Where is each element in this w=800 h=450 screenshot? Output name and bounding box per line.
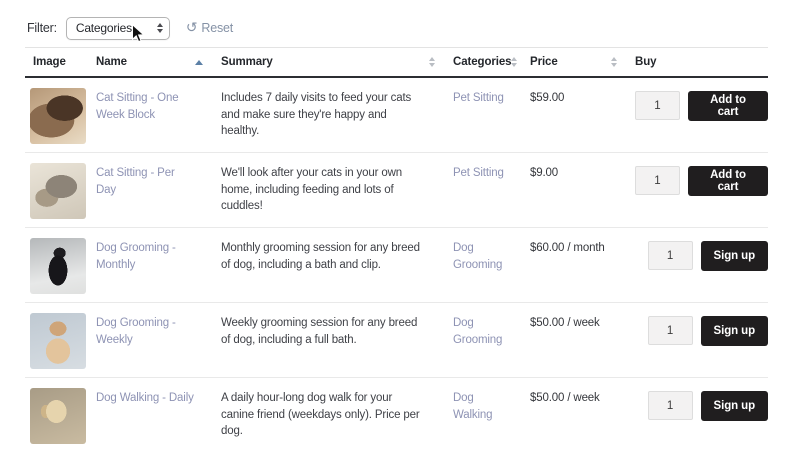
name-cell: Dog Grooming - Monthly <box>88 228 213 302</box>
sort-ascending-icon <box>195 59 203 65</box>
table-row: Dog Grooming - Weekly Weekly grooming se… <box>25 303 768 378</box>
sort-icon <box>429 57 435 67</box>
product-summary: Weekly grooming session for any breed of… <box>221 317 418 346</box>
table-row: Dog Grooming - Monthly Monthly grooming … <box>25 228 768 303</box>
product-name-link[interactable]: Cat Sitting - Per Day <box>96 167 175 196</box>
reset-icon: ↺ <box>185 19 198 35</box>
categories-filter-select[interactable]: Categories <box>65 16 170 40</box>
table-row: Cat Sitting - Per Day We'll look after y… <box>25 153 768 228</box>
image-cell <box>25 228 88 302</box>
buy-button[interactable]: Sign up <box>700 241 768 271</box>
category-cell: Dog Grooming <box>445 228 522 302</box>
buy-button[interactable]: Add to cart <box>688 166 768 196</box>
sort-icon <box>611 57 617 67</box>
category-cell: Pet Sitting <box>445 78 522 152</box>
category-cell: Dog Walking <box>445 378 522 450</box>
product-summary: Monthly grooming session for any breed o… <box>221 242 420 271</box>
product-category-link[interactable]: Dog Grooming <box>453 242 502 271</box>
select-arrows-icon <box>156 23 163 33</box>
product-image[interactable] <box>30 313 86 369</box>
product-summary: A daily hour-long dog walk for your cani… <box>221 392 420 438</box>
column-header-name[interactable]: Name <box>88 56 213 68</box>
sort-icon <box>511 57 518 67</box>
buy-cell: Sign up <box>627 378 768 450</box>
product-category-link[interactable]: Dog Walking <box>453 392 493 421</box>
image-cell <box>25 303 88 377</box>
product-summary: Includes 7 daily visits to feed your cat… <box>221 92 412 138</box>
product-price: $59.00 <box>530 92 565 104</box>
image-cell <box>25 378 88 450</box>
image-cell <box>25 153 88 227</box>
product-image[interactable] <box>30 88 86 144</box>
buy-button[interactable]: Add to cart <box>688 91 768 121</box>
quantity-input[interactable] <box>635 91 680 120</box>
reset-label: Reset <box>201 21 234 35</box>
quantity-input[interactable] <box>647 241 693 270</box>
product-price: $9.00 <box>530 167 559 179</box>
product-table: Image Name Summary Categories Price Buy <box>25 47 768 450</box>
category-cell: Pet Sitting <box>445 153 522 227</box>
product-image[interactable] <box>30 238 86 294</box>
buy-cell: Sign up <box>627 228 768 302</box>
table-row: Cat Sitting - One Week Block Includes 7 … <box>25 78 768 153</box>
name-cell: Dog Walking - Daily <box>88 378 213 450</box>
buy-cell: Add to cart <box>627 78 768 152</box>
product-summary: We'll look after your cats in your own h… <box>221 167 403 213</box>
buy-cell: Add to cart <box>627 153 768 227</box>
filter-label: Filter: <box>27 21 57 35</box>
product-category-link[interactable]: Pet Sitting <box>453 92 504 104</box>
quantity-input[interactable] <box>647 391 693 420</box>
product-name-link[interactable]: Dog Walking - Daily <box>96 392 194 404</box>
table-body: Cat Sitting - One Week Block Includes 7 … <box>25 78 768 450</box>
category-cell: Dog Grooming <box>445 303 522 377</box>
product-name-link[interactable]: Dog Grooming - Monthly <box>96 242 176 271</box>
column-header-categories[interactable]: Categories <box>445 56 522 68</box>
buy-button[interactable]: Sign up <box>700 391 768 421</box>
quantity-input[interactable] <box>647 316 693 345</box>
name-cell: Dog Grooming - Weekly <box>88 303 213 377</box>
name-cell: Cat Sitting - One Week Block <box>88 78 213 152</box>
product-price: $60.00 / month <box>530 242 605 254</box>
buy-button[interactable]: Sign up <box>700 316 768 346</box>
product-image[interactable] <box>30 163 86 219</box>
product-price: $50.00 / week <box>530 317 600 329</box>
product-category-link[interactable]: Dog Grooming <box>453 317 502 346</box>
buy-cell: Sign up <box>627 303 768 377</box>
product-category-link[interactable]: Pet Sitting <box>453 167 504 179</box>
name-cell: Cat Sitting - Per Day <box>88 153 213 227</box>
reset-button[interactable]: ↺ Reset <box>185 19 234 35</box>
filter-bar: Filter: Categories ↺ Reset <box>0 0 800 40</box>
product-image[interactable] <box>30 388 86 444</box>
table-header-row: Image Name Summary Categories Price Buy <box>25 47 768 78</box>
product-price: $50.00 / week <box>530 392 600 404</box>
column-header-image: Image <box>33 56 66 68</box>
table-row: Dog Walking - Daily A daily hour-long do… <box>25 378 768 450</box>
product-table-page: Filter: Categories ↺ Reset Image Name Su… <box>0 0 800 450</box>
quantity-input[interactable] <box>635 166 680 195</box>
filter-select-value: Categories <box>75 21 132 35</box>
column-header-summary[interactable]: Summary <box>213 56 445 68</box>
product-name-link[interactable]: Dog Grooming - Weekly <box>96 317 176 346</box>
product-name-link[interactable]: Cat Sitting - One Week Block <box>96 92 179 121</box>
column-header-buy: Buy <box>635 56 657 68</box>
column-header-price[interactable]: Price <box>522 56 627 68</box>
image-cell <box>25 78 88 152</box>
